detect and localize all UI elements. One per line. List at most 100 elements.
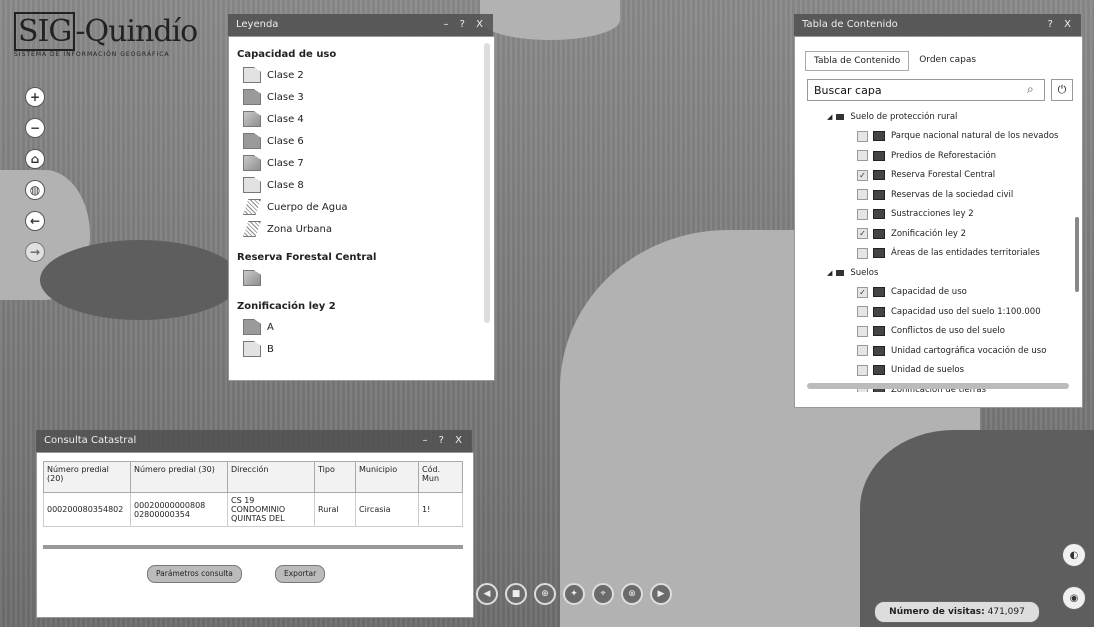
layer-checkbox[interactable] xyxy=(857,189,868,201)
logo-title-box: SIG xyxy=(14,12,76,51)
layer-item[interactable]: ✓ Zonificación ley 2 xyxy=(807,224,1069,244)
map-tools: + − ⌂ ◍ ← → xyxy=(26,88,44,274)
legend-item: A xyxy=(229,316,494,338)
toc-vertical-scrollbar[interactable] xyxy=(1075,217,1079,292)
layer-search-input[interactable]: Buscar capa xyxy=(807,79,1045,101)
folder-icon xyxy=(836,113,845,120)
layer-item[interactable]: ✓ Capacidad de uso xyxy=(807,283,1069,303)
layer-icon xyxy=(873,345,885,356)
logo-subtitle: SISTEMA DE INFORMACIÓN GEOGRÁFICA xyxy=(14,51,170,58)
layer-label: Capacidad de uso xyxy=(891,287,967,298)
add-icon[interactable]: ⊕ xyxy=(534,583,556,605)
logo-title: -Quindío xyxy=(75,14,198,49)
legend-item-label: Clase 4 xyxy=(267,113,304,125)
layer-item[interactable]: Unidad de suelos xyxy=(807,361,1069,381)
cadastral-title: Consulta Catastral xyxy=(44,435,137,446)
star-icon[interactable]: ✦ xyxy=(563,583,585,605)
layer-checkbox[interactable] xyxy=(857,130,868,142)
layer-item[interactable]: Reservas de la sociedad civil xyxy=(807,185,1069,205)
column-header[interactable]: Número predial (30) xyxy=(130,461,228,493)
layer-checkbox[interactable] xyxy=(857,150,868,162)
zoom-in-icon[interactable]: + xyxy=(26,88,44,106)
folder-icon xyxy=(836,269,845,276)
layer-checkbox[interactable]: ✓ xyxy=(857,228,868,240)
cadastral-window-controls[interactable]: – ? X xyxy=(422,430,466,452)
layer-item[interactable]: Áreas de las entidades territoriales xyxy=(807,244,1069,264)
layer-checkbox[interactable] xyxy=(857,208,868,220)
tab-orden-capas[interactable]: Orden capas xyxy=(911,51,984,71)
query-parameters-button[interactable]: Parámetros consulta xyxy=(147,565,242,583)
layer-tree: ◢ Suelo de protección rural Parque naciona… xyxy=(807,107,1069,392)
table-cell: 00020000000808 02800000354 xyxy=(130,492,228,527)
legend-window-controls[interactable]: – ? X xyxy=(443,14,487,36)
layer-item[interactable]: Parque nacional natural de los nevados xyxy=(807,127,1069,147)
cadastral-horizontal-scrollbar[interactable] xyxy=(43,545,463,549)
legend-item-label: Clase 8 xyxy=(267,179,304,191)
layer-group[interactable]: ◢ Suelos xyxy=(807,263,1069,283)
column-header[interactable]: Número predial (20) xyxy=(43,461,131,493)
prev-icon[interactable]: ◀ xyxy=(476,583,498,605)
toc-window-controls[interactable]: ? X xyxy=(1048,14,1075,36)
layer-item[interactable]: Predios de Reforestación xyxy=(807,146,1069,166)
legend-item-label: A xyxy=(267,321,274,333)
column-header[interactable]: Tipo xyxy=(314,461,356,493)
column-header[interactable]: Dirección xyxy=(227,461,315,493)
legend-item-label: Clase 7 xyxy=(267,157,304,169)
layer-item[interactable]: ✓ Reserva Forestal Central xyxy=(807,166,1069,186)
legend-swatch-icon xyxy=(243,89,261,105)
table-cell: 1! xyxy=(418,492,463,527)
home-icon[interactable]: ⌂ xyxy=(26,150,44,168)
layer-checkbox[interactable]: ✓ xyxy=(857,286,868,298)
legend-item xyxy=(229,267,494,289)
toc-header[interactable]: Tabla de Contenido ? X xyxy=(794,14,1081,36)
layer-checkbox[interactable] xyxy=(857,325,868,337)
help-icon[interactable]: ◐ xyxy=(1062,543,1086,567)
layer-label: Parque nacional natural de los nevados xyxy=(891,131,1059,142)
layer-checkbox[interactable] xyxy=(857,306,868,318)
visibility-icon[interactable]: ◉ xyxy=(1062,586,1086,610)
next-icon[interactable]: ▶ xyxy=(650,583,672,605)
collapse-triangle-icon[interactable]: ◢ xyxy=(827,113,832,121)
legend-header[interactable]: Leyenda – ? X xyxy=(228,14,493,36)
legend-item: Clase 4 xyxy=(229,108,494,130)
layer-item[interactable]: Unidad cartográfica vocación de uso xyxy=(807,341,1069,361)
layer-item[interactable]: Sustracciones ley 2 xyxy=(807,205,1069,225)
legend-item: Zona Urbana xyxy=(229,218,494,240)
layer-checkbox[interactable] xyxy=(857,345,868,357)
legend-swatch-icon xyxy=(243,67,261,83)
legend-item: Clase 6 xyxy=(229,130,494,152)
layer-checkbox[interactable] xyxy=(857,247,868,259)
tab-tabla-contenido[interactable]: Tabla de Contenido xyxy=(805,51,910,71)
search-icon[interactable]: ⌕ xyxy=(1027,82,1034,97)
clear-icon[interactable]: ⊗ xyxy=(621,583,643,605)
power-icon[interactable]: ⏻ xyxy=(1051,79,1073,101)
forward-arrow-icon[interactable]: → xyxy=(26,243,44,261)
layer-icon xyxy=(873,209,885,220)
toc-horizontal-scrollbar[interactable] xyxy=(807,383,1069,389)
cadastral-header[interactable]: Consulta Catastral – ? X xyxy=(36,430,472,452)
zoom-out-icon[interactable]: − xyxy=(26,119,44,137)
legend-scrollbar[interactable] xyxy=(484,43,490,323)
export-button[interactable]: Exportar xyxy=(275,565,326,583)
layer-group[interactable]: ◢ Suelo de protección rural xyxy=(807,107,1069,127)
layer-label: Capacidad uso del suelo 1:100.000 xyxy=(891,306,1041,317)
stop-icon[interactable]: ■ xyxy=(505,583,527,605)
layer-checkbox[interactable] xyxy=(857,364,868,376)
layer-checkbox[interactable]: ✓ xyxy=(857,169,868,181)
legend-swatch-icon xyxy=(243,133,261,149)
locate-icon[interactable]: ⌖ xyxy=(592,583,614,605)
legend-item: B xyxy=(229,338,494,360)
legend-item-label: Cuerpo de Agua xyxy=(267,201,348,213)
collapse-triangle-icon[interactable]: ◢ xyxy=(827,269,832,277)
table-row[interactable]: 000200080354802 00020000000808 028000003… xyxy=(43,492,463,527)
app-logo: SIG -Quindío SISTEMA DE INFORMACIÓN GEOGR… xyxy=(14,12,214,74)
layer-item[interactable]: Capacidad uso del suelo 1:100.000 xyxy=(807,302,1069,322)
globe-icon[interactable]: ◍ xyxy=(26,181,44,199)
layer-icon xyxy=(873,248,885,259)
column-header[interactable]: Municipio xyxy=(355,461,419,493)
legend-swatch-icon xyxy=(243,155,261,171)
legend-swatch-icon xyxy=(243,111,261,127)
column-header[interactable]: Cód. Mun xyxy=(418,461,463,493)
back-arrow-icon[interactable]: ← xyxy=(26,212,44,230)
layer-item[interactable]: Conflictos de uso del suelo xyxy=(807,322,1069,342)
